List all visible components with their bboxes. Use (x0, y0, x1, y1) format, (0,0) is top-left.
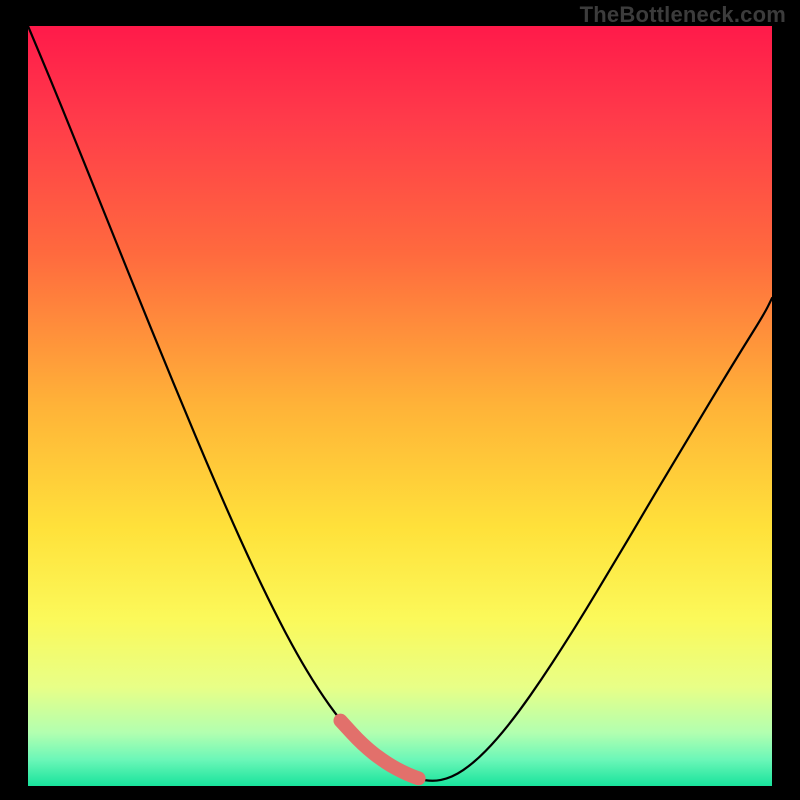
gradient-background (28, 26, 772, 786)
plot-area (28, 26, 772, 786)
chart-frame: TheBottleneck.com (0, 0, 800, 800)
watermark-text: TheBottleneck.com (580, 2, 786, 28)
plot-svg (28, 26, 772, 786)
